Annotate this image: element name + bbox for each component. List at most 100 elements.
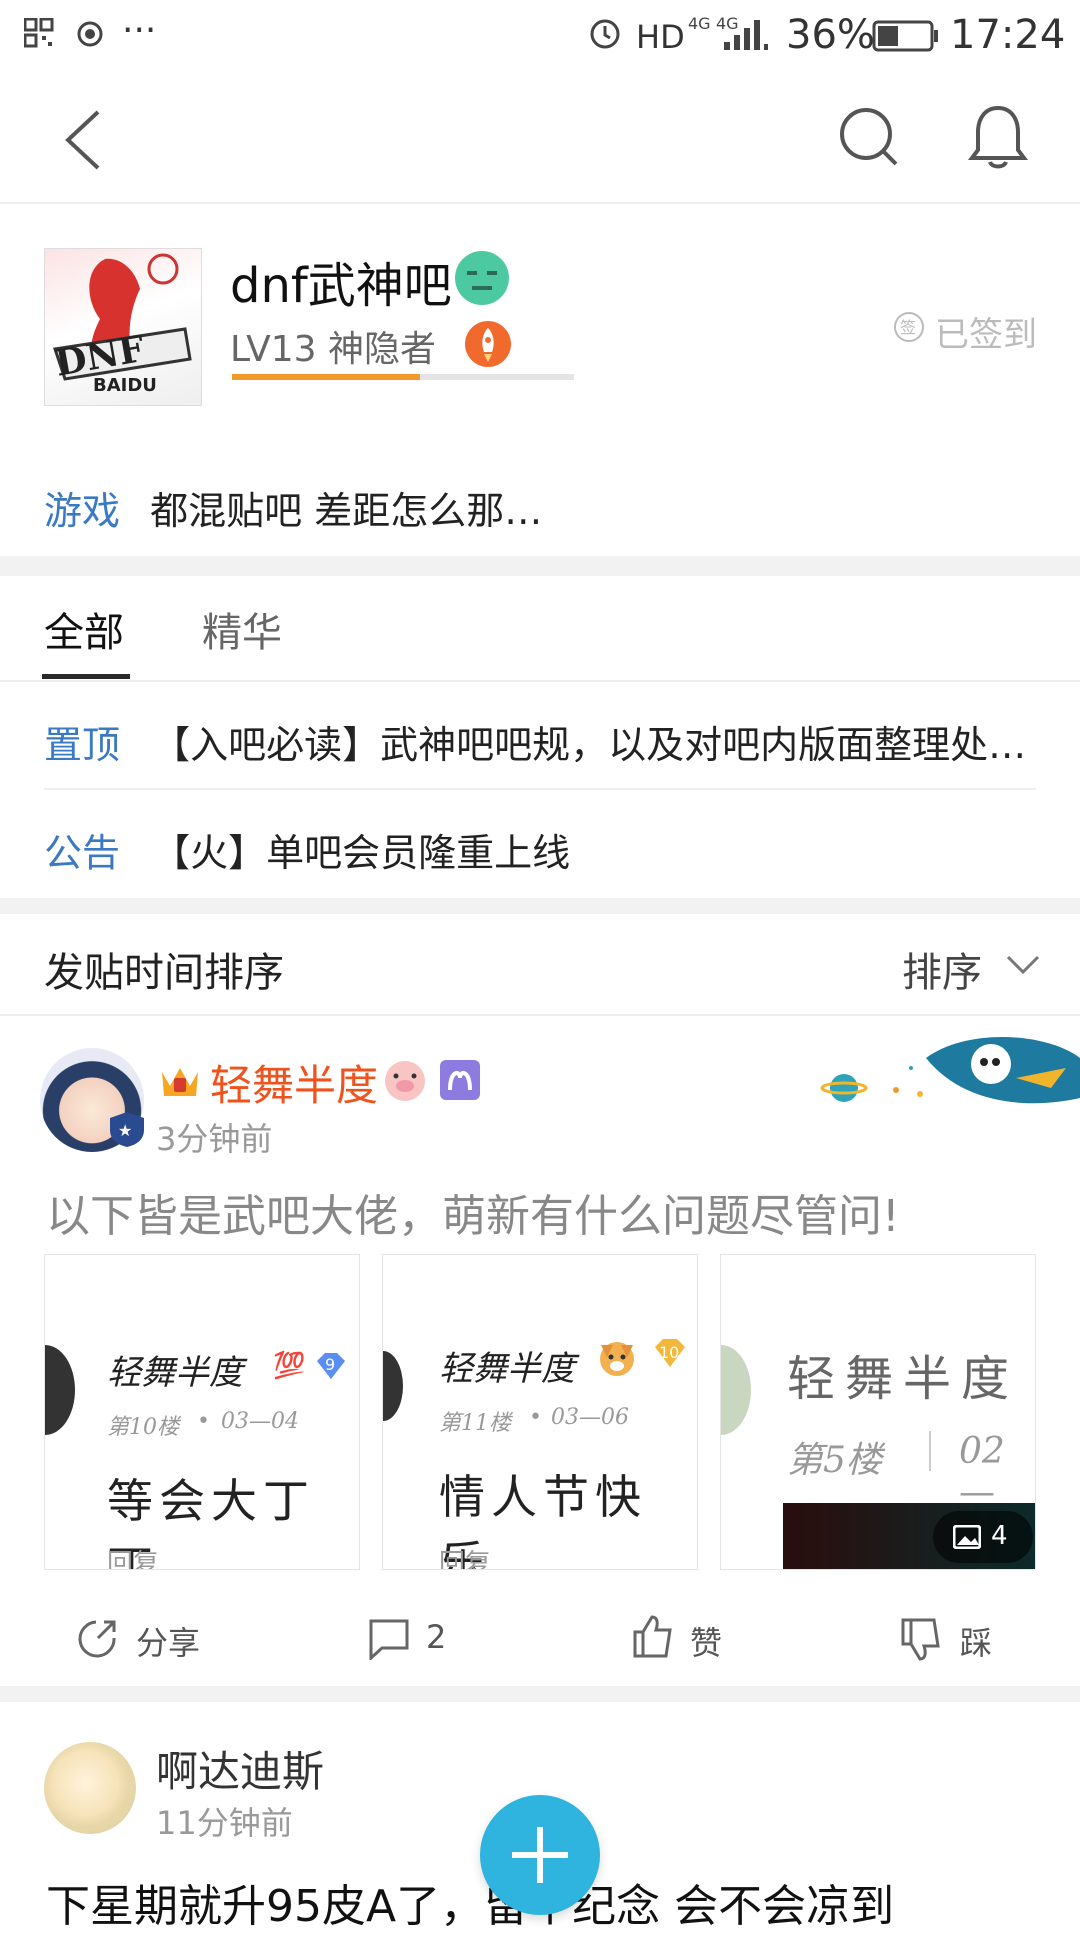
bell-icon[interactable] xyxy=(966,102,1030,172)
post-time: 11分钟前 xyxy=(156,1804,293,1842)
forum-logo-art: DNF BAIDU xyxy=(52,253,192,396)
post-username[interactable]: 啊达迪斯 xyxy=(156,1738,324,1799)
status-bar: ··· HD 4G 4G 36% 17:24 xyxy=(0,0,1080,72)
image-username: 轻舞半度 xyxy=(787,1351,1020,1407)
image-icon xyxy=(953,1525,981,1549)
pinned-tag: 置顶 xyxy=(44,723,121,767)
plus-icon xyxy=(512,1827,568,1883)
more-notifications: ··· xyxy=(122,10,157,51)
crown-icon xyxy=(162,1068,198,1096)
notice-title: 【火】单吧会员隆重上线 xyxy=(152,831,571,875)
top-nav xyxy=(0,72,1080,204)
divider xyxy=(44,788,1036,790)
tab-divider xyxy=(0,680,1080,682)
back-icon[interactable] xyxy=(62,108,104,172)
thumbs-up-icon[interactable] xyxy=(632,1614,674,1660)
level-progress-fill xyxy=(232,374,421,380)
post-username[interactable]: 轻舞半度 xyxy=(210,1052,378,1113)
notice-row[interactable]: 公告 【火】单吧会员隆重上线 xyxy=(44,822,570,877)
image-dot: • xyxy=(529,1405,542,1430)
image-count-badge xyxy=(933,1511,1033,1563)
divider xyxy=(0,1014,1080,1016)
image-username: 轻舞半度 xyxy=(439,1349,575,1389)
section-divider xyxy=(0,898,1080,914)
image-avatar-crop xyxy=(383,1351,403,1421)
image-count: 4 xyxy=(991,1521,1008,1551)
svg-text:★: ★ xyxy=(118,1121,132,1140)
like-button[interactable]: 赞 xyxy=(690,1618,722,1664)
new-post-button[interactable] xyxy=(480,1795,600,1915)
avatar[interactable] xyxy=(44,1742,136,1834)
forum-name-text: dnf武神吧 xyxy=(230,258,452,314)
forum-category[interactable]: 游戏 xyxy=(44,489,120,533)
pinned-row[interactable]: 置顶 【入吧必读】武神吧吧规，以及对吧内版面整理处… xyxy=(44,714,1026,769)
post-time: 3分钟前 xyxy=(156,1120,273,1158)
rocket-icon xyxy=(465,321,511,367)
image-floor: 第11楼 xyxy=(439,1411,511,1436)
chevron-down-icon[interactable] xyxy=(1006,954,1040,976)
aries-badge-icon xyxy=(440,1060,480,1100)
section-divider xyxy=(0,1686,1080,1702)
image-separator xyxy=(929,1431,931,1471)
meh-face-icon xyxy=(455,251,509,305)
network-4g-a: 4G xyxy=(688,14,711,33)
image-username: 轻舞半度 xyxy=(107,1353,243,1393)
battery-icon xyxy=(872,20,938,52)
post-image[interactable]: 轻舞半度 💯 9 第10楼 • 03—04 等会大丁丁 回复 xyxy=(44,1254,360,1570)
image-badge-number: 10 xyxy=(659,1343,680,1362)
forum-name: dnf武神吧 xyxy=(230,246,452,316)
thumbs-down-icon[interactable] xyxy=(900,1616,942,1662)
post-image[interactable]: 轻舞半度 第5楼 02— 4 xyxy=(720,1254,1036,1570)
image-avatar-crop xyxy=(45,1345,75,1435)
forum-slogan: 都混贴吧 差距怎么那… xyxy=(150,489,543,533)
sort-label: 排序 xyxy=(902,950,982,996)
hundred-emoji-icon: 💯 xyxy=(273,1351,306,1381)
forum-level: LV13 神隐者 xyxy=(230,329,436,370)
image-dot: • xyxy=(197,1409,210,1434)
forum-logo: DNF BAIDU xyxy=(44,248,202,406)
image-date: 03—06 xyxy=(551,1405,629,1430)
dislike-button[interactable]: 踩 xyxy=(960,1618,992,1664)
level-progress xyxy=(232,374,574,380)
image-floor: 第10楼 xyxy=(107,1415,179,1440)
dog-emoji-icon xyxy=(600,1342,634,1376)
sign-in-icon: 签 xyxy=(894,312,924,342)
tab-all[interactable]: 全部 xyxy=(44,600,124,658)
sort-title: 发贴时间排序 xyxy=(44,950,284,996)
share-icon[interactable] xyxy=(76,1618,118,1660)
hd-label: HD xyxy=(636,18,685,56)
forum-intro: 游戏 都混贴吧 差距怎么那… xyxy=(44,480,542,535)
post-text[interactable]: 下星期就升95皮A了，留个纪念 会不会凉到 xyxy=(46,1870,894,1934)
clock: 17:24 xyxy=(950,12,1066,58)
post-text[interactable]: 以下皆是武吧大佬，萌新有什么问题尽管问! xyxy=(46,1180,900,1244)
tab-active-indicator xyxy=(42,674,130,679)
comment-count[interactable]: 2 xyxy=(426,1618,446,1656)
share-button[interactable]: 分享 xyxy=(136,1618,200,1664)
comment-icon[interactable] xyxy=(368,1618,410,1660)
pinned-title: 【入吧必读】武神吧吧规，以及对吧内版面整理处… xyxy=(152,723,1027,767)
svg-text:签: 签 xyxy=(900,318,916,337)
post-image[interactable]: 轻舞半度 10 第11楼 • 03—06 情人节快乐 回复 xyxy=(382,1254,698,1570)
sort-button[interactable]: 排序 xyxy=(902,940,982,998)
image-date: 02— xyxy=(959,1431,1005,1513)
pig-emoji-icon xyxy=(385,1061,425,1101)
police-badge-icon: ★ xyxy=(110,1112,144,1147)
space-decoration-icon xyxy=(820,1036,1080,1104)
image-reply: 回复 xyxy=(107,1549,160,1570)
record-icon xyxy=(77,21,103,47)
alarm-icon xyxy=(590,19,620,49)
app-grid-icon xyxy=(24,18,54,48)
image-reply: 回复 xyxy=(439,1549,492,1570)
section-divider xyxy=(0,556,1080,576)
image-avatar-crop xyxy=(721,1345,751,1435)
image-date: 03—04 xyxy=(221,1409,299,1434)
svg-text:BAIDU: BAIDU xyxy=(93,375,157,396)
tab-featured[interactable]: 精华 xyxy=(202,600,282,658)
battery-percent: 36% xyxy=(786,12,875,58)
image-badge-number: 9 xyxy=(325,1355,336,1374)
search-icon[interactable] xyxy=(838,106,900,168)
signed-status[interactable]: 已签到 xyxy=(935,307,1037,356)
image-floor: 第5楼 xyxy=(787,1440,882,1481)
notice-tag: 公告 xyxy=(44,831,121,875)
signal-icon xyxy=(724,20,768,50)
